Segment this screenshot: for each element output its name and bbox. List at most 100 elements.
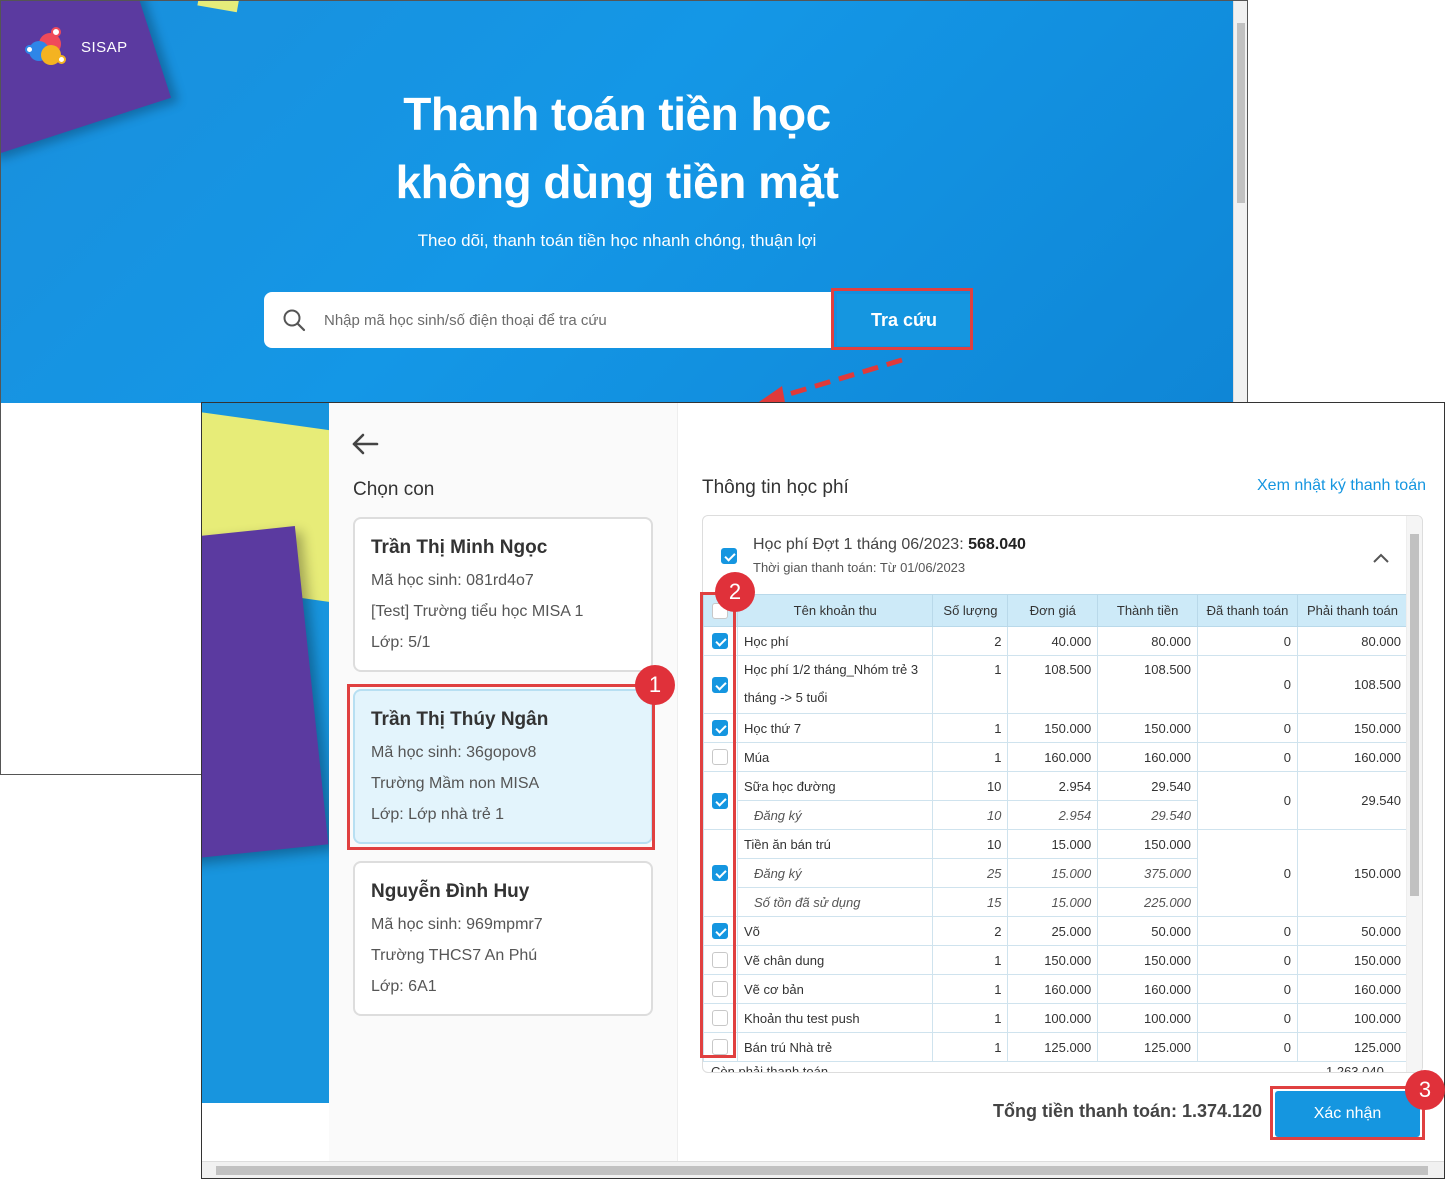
fee-paid: 0 xyxy=(1197,1032,1298,1062)
fee-price: 2.954 xyxy=(1007,771,1099,801)
fee-amount: 160.000 xyxy=(1097,974,1199,1004)
column-header: Phải thanh toán xyxy=(1296,594,1409,627)
fee-paid: 0 xyxy=(1197,829,1298,917)
sub-fee-qty: 15 xyxy=(932,887,1009,917)
sub-fee-qty: 10 xyxy=(932,800,1009,830)
sub-fee-name: Đăng ký xyxy=(736,858,934,888)
child-school: Trường THCS7 An Phú xyxy=(371,947,538,964)
step-badge: 2 xyxy=(715,572,755,612)
search-icon xyxy=(264,308,324,332)
table-row: Bán trú Nhà trẻ 1 125.000 125.000 0 125.… xyxy=(703,1032,1409,1062)
hero-title-line1: Thanh toán tiền học xyxy=(403,88,831,140)
sub-fee-amount: 29.540 xyxy=(1097,800,1199,830)
fee-price: 150.000 xyxy=(1007,945,1099,975)
fee-info-title: Thông tin học phí xyxy=(702,477,849,498)
table-row: Vẽ cơ bản 1 160.000 160.000 0 160.000 xyxy=(703,974,1409,1004)
fee-paid: 0 xyxy=(1197,655,1298,714)
fee-qty: 1 xyxy=(932,1032,1009,1062)
fee-name: Múa xyxy=(736,742,934,772)
highlight-selected-child xyxy=(347,684,655,850)
hero-title-line2: không dùng tiền mặt xyxy=(395,156,839,208)
fee-amount: 108.500 xyxy=(1097,655,1199,714)
fee-period-header: Học phí Đợt 1 tháng 06/2023: 568.040 Thờ… xyxy=(721,536,1026,575)
fee-qty: 2 xyxy=(932,626,1009,656)
child-card[interactable]: Nguyễn Đình Huy Mã học sinh: 969mpmr7 Tr… xyxy=(353,861,653,1016)
fee-paid: 0 xyxy=(1197,1003,1298,1033)
fee-paid: 0 xyxy=(1197,916,1298,946)
fee-due: 100.000 xyxy=(1296,1003,1409,1033)
sub-fee-name: Số tồn đã sử dụng xyxy=(736,887,934,917)
fee-amount: 100.000 xyxy=(1097,1003,1199,1033)
chevron-up-icon[interactable] xyxy=(1373,550,1389,568)
highlight-confirm-button xyxy=(1270,1086,1425,1140)
highlight-checkbox-column xyxy=(700,592,736,1058)
fee-paid: 0 xyxy=(1197,713,1298,743)
payment-history-link[interactable]: Xem nhật ký thanh toán xyxy=(1257,477,1426,495)
child-student-code: Mã học sinh: 081rd4o7 xyxy=(371,572,534,589)
search-input[interactable] xyxy=(324,311,814,329)
period-amount: 568.040 xyxy=(968,536,1026,553)
table-row: Vẽ chân dung 1 150.000 150.000 0 150.000 xyxy=(703,945,1409,975)
fee-name: Vẽ cơ bản xyxy=(736,974,934,1004)
fee-amount: 80.000 xyxy=(1097,626,1199,656)
fee-qty: 1 xyxy=(932,974,1009,1004)
fee-amount: 125.000 xyxy=(1097,1032,1199,1062)
fee-amount: 50.000 xyxy=(1097,916,1199,946)
child-school: [Test] Trường tiểu học MISA 1 xyxy=(371,603,584,620)
period-checkbox[interactable] xyxy=(721,547,737,564)
vertical-scrollbar[interactable] xyxy=(1233,1,1247,403)
fee-price: 40.000 xyxy=(1007,626,1099,656)
column-header: Đơn giá xyxy=(1007,594,1099,627)
column-header: Tên khoản thu xyxy=(736,594,934,627)
fee-qty: 10 xyxy=(932,829,1009,859)
fee-paid: 0 xyxy=(1197,771,1298,830)
fee-pane: Thông tin học phí Xem nhật ký thanh toán… xyxy=(678,403,1444,1163)
fee-name: Vẽ chân dung xyxy=(736,945,934,975)
sub-fee-amount: 375.000 xyxy=(1097,858,1199,888)
sub-fee-price: 15.000 xyxy=(1007,887,1099,917)
child-name: Trần Thị Minh Ngọc xyxy=(371,537,548,558)
column-header: Số lượng xyxy=(932,594,1009,627)
fee-amount: 29.540 xyxy=(1097,771,1199,801)
horizontal-scrollbar[interactable] xyxy=(202,1161,1444,1178)
table-row: Học phí 1/2 tháng_Nhóm trẻ 3 tháng -> 5 … xyxy=(703,655,1409,714)
fee-due: 150.000 xyxy=(1296,713,1409,743)
fee-due: 80.000 xyxy=(1296,626,1409,656)
tutorial-composite: SISAP Thanh toán tiền học không dùng tiề… xyxy=(0,0,1447,1179)
period-label: Học phí Đợt 1 tháng 06/2023: xyxy=(753,536,969,553)
fee-amount: 160.000 xyxy=(1097,742,1199,772)
fee-amount: 150.000 xyxy=(1097,713,1199,743)
child-card[interactable]: Trần Thị Minh Ngọc Mã học sinh: 081rd4o7… xyxy=(353,517,653,672)
fee-due: 160.000 xyxy=(1296,974,1409,1004)
child-class: Lớp: 6A1 xyxy=(371,978,437,995)
brand-name: SISAP xyxy=(81,38,128,56)
child-class: Lớp: 5/1 xyxy=(371,634,431,651)
column-header: Đã thanh toán xyxy=(1197,594,1298,627)
brand-logo[interactable]: SISAP xyxy=(25,27,128,67)
fee-qty: 1 xyxy=(932,713,1009,743)
sub-fee-name: Đăng ký xyxy=(736,800,934,830)
fee-name: Học phí 1/2 tháng_Nhóm trẻ 3 tháng -> 5 … xyxy=(736,655,934,714)
fee-table: Tên khoản thu Số lượng Đơn giá Thành tiề… xyxy=(703,594,1409,1062)
fee-name: Khoản thu test push xyxy=(736,1003,934,1033)
table-header-row: Tên khoản thu Số lượng Đơn giá Thành tiề… xyxy=(703,594,1409,627)
decor-photo xyxy=(202,403,329,1103)
column-header: Thành tiền xyxy=(1097,594,1199,627)
hero-banner: SISAP Thanh toán tiền học không dùng tiề… xyxy=(1,1,1233,403)
step-badge: 3 xyxy=(1405,1070,1445,1110)
decor-paper-yellow xyxy=(197,1,241,13)
fee-price: 160.000 xyxy=(1007,974,1099,1004)
fee-paid: 0 xyxy=(1197,626,1298,656)
fee-due: 50.000 xyxy=(1296,916,1409,946)
total-payment: Tổng tiền thanh toán: 1.374.120 xyxy=(993,1101,1263,1121)
choose-child-title: Chọn con xyxy=(353,479,435,500)
remaining-value: 1.263.040 xyxy=(1326,1064,1384,1073)
fee-qty: 1 xyxy=(932,1003,1009,1033)
table-row: Võ 2 25.000 50.000 0 50.000 xyxy=(703,916,1409,946)
fee-name: Bán trú Nhà trẻ xyxy=(736,1032,934,1062)
panel-scrollbar[interactable] xyxy=(1406,516,1422,1072)
fee-qty: 1 xyxy=(932,945,1009,975)
fee-due: 29.540 xyxy=(1296,771,1409,830)
back-arrow-icon[interactable] xyxy=(351,433,379,460)
fee-paid: 0 xyxy=(1197,742,1298,772)
